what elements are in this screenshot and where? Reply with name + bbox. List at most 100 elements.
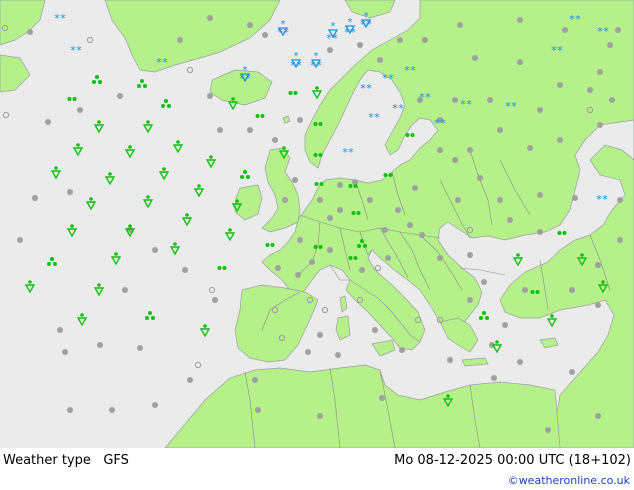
cloud-dot-icon	[497, 127, 503, 133]
cloud-dot-icon	[395, 207, 401, 213]
cloud-dot-icon	[422, 37, 428, 43]
cloud-dot-icon	[467, 252, 473, 258]
credit-link[interactable]: ©weatheronline.co.uk	[508, 474, 630, 487]
cloud-dot-icon	[597, 122, 603, 128]
cloud-dot-icon	[569, 287, 575, 293]
cloud-dot-icon	[262, 32, 268, 38]
snow-icon: * *	[551, 44, 563, 57]
cloud-dot-icon	[117, 93, 123, 99]
cloud-dot-icon	[367, 197, 373, 203]
cloud-dot-icon	[57, 327, 63, 333]
snow-icon: * *	[597, 25, 609, 38]
cloud-dot-icon	[297, 117, 303, 123]
cloud-dot-icon	[615, 27, 621, 33]
cloud-dot-icon	[17, 237, 23, 243]
cloud-dot-icon	[419, 232, 425, 238]
cloud-dot-icon	[437, 147, 443, 153]
cloud-dot-icon	[557, 82, 563, 88]
svg-text:*: *	[425, 91, 431, 104]
cloud-dot-icon	[275, 265, 281, 271]
snow-icon: * *	[596, 193, 608, 206]
cloud-dot-icon	[617, 197, 623, 203]
cloud-dot-icon	[477, 175, 483, 181]
cloud-dot-icon	[152, 402, 158, 408]
cloud-dot-icon	[467, 147, 473, 153]
cloud-dot-icon	[497, 197, 503, 203]
cloud-dot-icon	[317, 332, 323, 338]
cloud-dot-icon	[595, 262, 601, 268]
cloud-dot-icon	[522, 287, 528, 293]
cloud-dot-icon	[412, 185, 418, 191]
cloud-dot-icon	[327, 47, 333, 53]
cloud-dot-icon	[212, 297, 218, 303]
cloud-dot-icon	[569, 369, 575, 375]
cloud-dot-icon	[207, 15, 213, 21]
snow-icon: * *	[419, 91, 431, 104]
snow-icon: * *	[460, 98, 472, 111]
cloud-dot-icon	[137, 345, 143, 351]
cloud-dot-icon	[491, 375, 497, 381]
cloud-dot-icon	[527, 145, 533, 151]
cloud-dot-icon	[255, 407, 261, 413]
snow-icon: * *	[368, 111, 380, 124]
cloud-dot-icon	[472, 55, 478, 61]
footer: Weather type GFS Mo 08-12-2025 00:00 UTC…	[0, 448, 634, 490]
svg-text:*: *	[410, 64, 416, 77]
cloud-dot-icon	[217, 127, 223, 133]
snow-icon: * *	[382, 72, 394, 85]
svg-text:*: *	[60, 12, 66, 25]
cloud-dot-icon	[317, 197, 323, 203]
cloud-dot-icon	[182, 267, 188, 273]
cloud-dot-icon	[247, 127, 253, 133]
cloud-dot-icon	[557, 137, 563, 143]
cloud-dot-icon	[32, 195, 38, 201]
cloud-dot-icon	[317, 413, 323, 419]
cloud-dot-icon	[309, 259, 315, 265]
cloud-dot-icon	[545, 427, 551, 433]
svg-text:*: *	[243, 65, 248, 76]
svg-text:*: *	[466, 98, 472, 111]
cloud-dot-icon	[385, 255, 391, 261]
snow-icon: * *	[156, 56, 168, 69]
snow-icon: * *	[404, 64, 416, 77]
product-label: Weather type GFS	[3, 453, 129, 468]
cloud-dot-icon	[247, 22, 253, 28]
cloud-dot-icon	[109, 407, 115, 413]
cloud-dot-icon	[377, 57, 383, 63]
cloud-dot-icon	[517, 17, 523, 23]
cloud-dot-icon	[187, 377, 193, 383]
cloud-dot-icon	[537, 107, 543, 113]
cloud-dot-icon	[177, 37, 183, 43]
cloud-dot-icon	[537, 229, 543, 235]
cloud-dot-icon	[77, 107, 83, 113]
cloud-dot-icon	[467, 297, 473, 303]
svg-text:*: *	[314, 51, 319, 62]
cloud-dot-icon	[399, 347, 405, 353]
svg-text:*: *	[602, 193, 608, 206]
cloud-dot-icon	[372, 327, 378, 333]
cloud-dot-icon	[537, 192, 543, 198]
cloud-dot-icon	[617, 237, 623, 243]
svg-text:*: *	[348, 17, 353, 28]
cloud-dot-icon	[457, 22, 463, 28]
cloud-dot-icon	[397, 37, 403, 43]
cloud-dot-icon	[27, 29, 33, 35]
cloud-dot-icon	[295, 272, 301, 278]
cloud-dot-icon	[357, 42, 363, 48]
snow-icon: * *	[342, 146, 354, 159]
cloud-dot-icon	[572, 195, 578, 201]
cloud-dot-icon	[62, 349, 68, 355]
snow-icon: * *	[434, 117, 446, 130]
svg-text:*: *	[603, 25, 609, 38]
svg-text:*: *	[388, 72, 394, 85]
cloud-dot-icon	[272, 137, 278, 143]
cloud-dot-icon	[487, 97, 493, 103]
cloud-dot-icon	[407, 222, 413, 228]
svg-text:*: *	[557, 44, 563, 57]
snow-icon: * *	[505, 100, 517, 113]
cloud-dot-icon	[337, 207, 343, 213]
svg-text:*: *	[511, 100, 517, 113]
snow-icon: * *	[70, 44, 82, 57]
snow-icon: * *	[54, 12, 66, 25]
cloud-dot-icon	[455, 197, 461, 203]
